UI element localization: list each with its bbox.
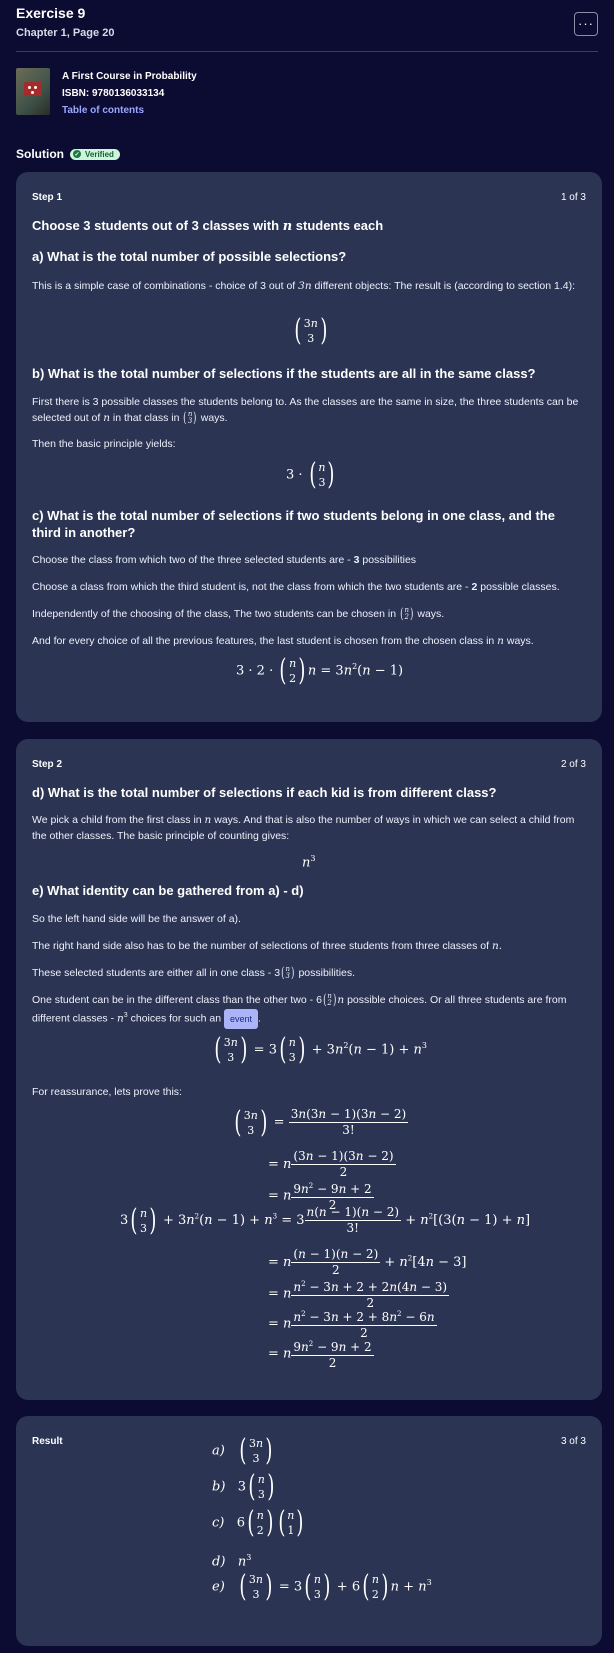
step-count: 1 of 3 — [560, 192, 586, 203]
part-a-text: This is a simple case of combinations - … — [32, 280, 576, 292]
part-c-line-1: Choose the class from which two of the t… — [32, 554, 417, 566]
part-e-title: e) What identity can be gathered from a)… — [32, 883, 304, 898]
table-of-contents-link[interactable]: Table of contents — [62, 102, 197, 119]
book-info: A First Course in Probability ISBN: 9780… — [16, 68, 416, 118]
step-1-card: Step 1 1 of 3 Choose 3 students out of 3… — [16, 172, 602, 722]
part-e-line-4: One student can be in the different clas… — [32, 992, 582, 1029]
book-title: A First Course in Probability — [62, 71, 197, 82]
formula-3-binom-n-3: 3 · (n 3) — [286, 457, 335, 492]
event-definition-link[interactable]: event — [224, 1008, 259, 1029]
identity-formula: (3n 3) = 3(n 3) + 3n2(n − 1) + n3 — [214, 1032, 427, 1067]
result-a: a) (3n 3) — [212, 1433, 273, 1468]
solution-title: Solution — [16, 147, 64, 161]
step-2-card: Step 2 2 of 3 d) What is the total numbe… — [16, 739, 602, 1400]
binom-3n-3: (3n 3) — [294, 313, 328, 348]
part-c-line-2: Choose a class from which the third stud… — [32, 581, 560, 593]
more-options-button[interactable]: ··· — [574, 12, 598, 36]
step-label: Step 1 — [32, 192, 63, 203]
formula-n-cubed: n3 — [302, 854, 316, 871]
step-label: Step 2 — [32, 759, 63, 770]
verified-badge: ✓ Verified — [70, 148, 120, 160]
formula-part-c: 3 · 2 · (n 2) n = 3n2(n − 1) — [236, 653, 404, 688]
result-label: Result — [32, 1436, 63, 1447]
solution-label: Solution ✓ Verified — [16, 147, 120, 161]
part-d-text: We pick a child from the first class in … — [32, 814, 575, 842]
step-heading: Choose 3 students out of 3 classes with … — [32, 218, 384, 234]
part-e-line-2: The right hand side also has to be the n… — [32, 940, 503, 952]
part-b-text: First there is 3 possible classes the st… — [32, 396, 579, 427]
exercise-header: Exercise 9 Chapter 1, Page 20 ··· — [16, 4, 598, 52]
part-a-title: a) What is the total number of possible … — [32, 249, 347, 264]
result-card: Result 3 of 3 a) (3n 3) b) 3(n 3) c) 6(n 2)… — [16, 1416, 602, 1646]
part-b-title: b) What is the total number of selection… — [32, 366, 536, 381]
more-icon: ··· — [578, 16, 594, 31]
part-c-line-4: And for every choice of all the previous… — [32, 635, 534, 647]
exercise-subtitle: Chapter 1, Page 20 — [16, 27, 115, 39]
step-count: 2 of 3 — [560, 759, 586, 770]
step-count: 3 of 3 — [560, 1436, 586, 1447]
basic-principle-text: Then the basic principle yields: — [32, 438, 176, 450]
result-d: d) n3 — [212, 1553, 252, 1570]
proof-derivation: (3n 3) = 3n(3n − 1)(3n − 2) 3! = n (3n − 1)… — [120, 1104, 531, 1370]
reassurance-text: For reassurance, lets prove this: — [32, 1086, 182, 1098]
result-e: e) (3n 3) = 3(n 3) + 6(n 2) n + n3 — [212, 1569, 432, 1604]
part-d-title: d) What is the total number of selection… — [32, 785, 497, 800]
part-e-line-3: These selected students are either all i… — [32, 965, 356, 982]
part-e-line-1: So the left hand side will be the answer… — [32, 913, 241, 925]
exercise-title: Exercise 9 — [16, 5, 86, 21]
part-c-line-3: Independently of the choosing of the cla… — [32, 606, 445, 623]
result-c: c) 6(n 2)(n 1) — [212, 1505, 304, 1540]
check-icon: ✓ — [73, 150, 81, 158]
part-c-title: c) What is the total number of selection… — [32, 508, 555, 540]
book-cover[interactable] — [16, 68, 50, 115]
book-isbn: ISBN: 9780136033134 — [62, 88, 165, 99]
result-b: b) 3(n 3) — [212, 1469, 275, 1504]
verified-label: Verified — [85, 149, 114, 159]
